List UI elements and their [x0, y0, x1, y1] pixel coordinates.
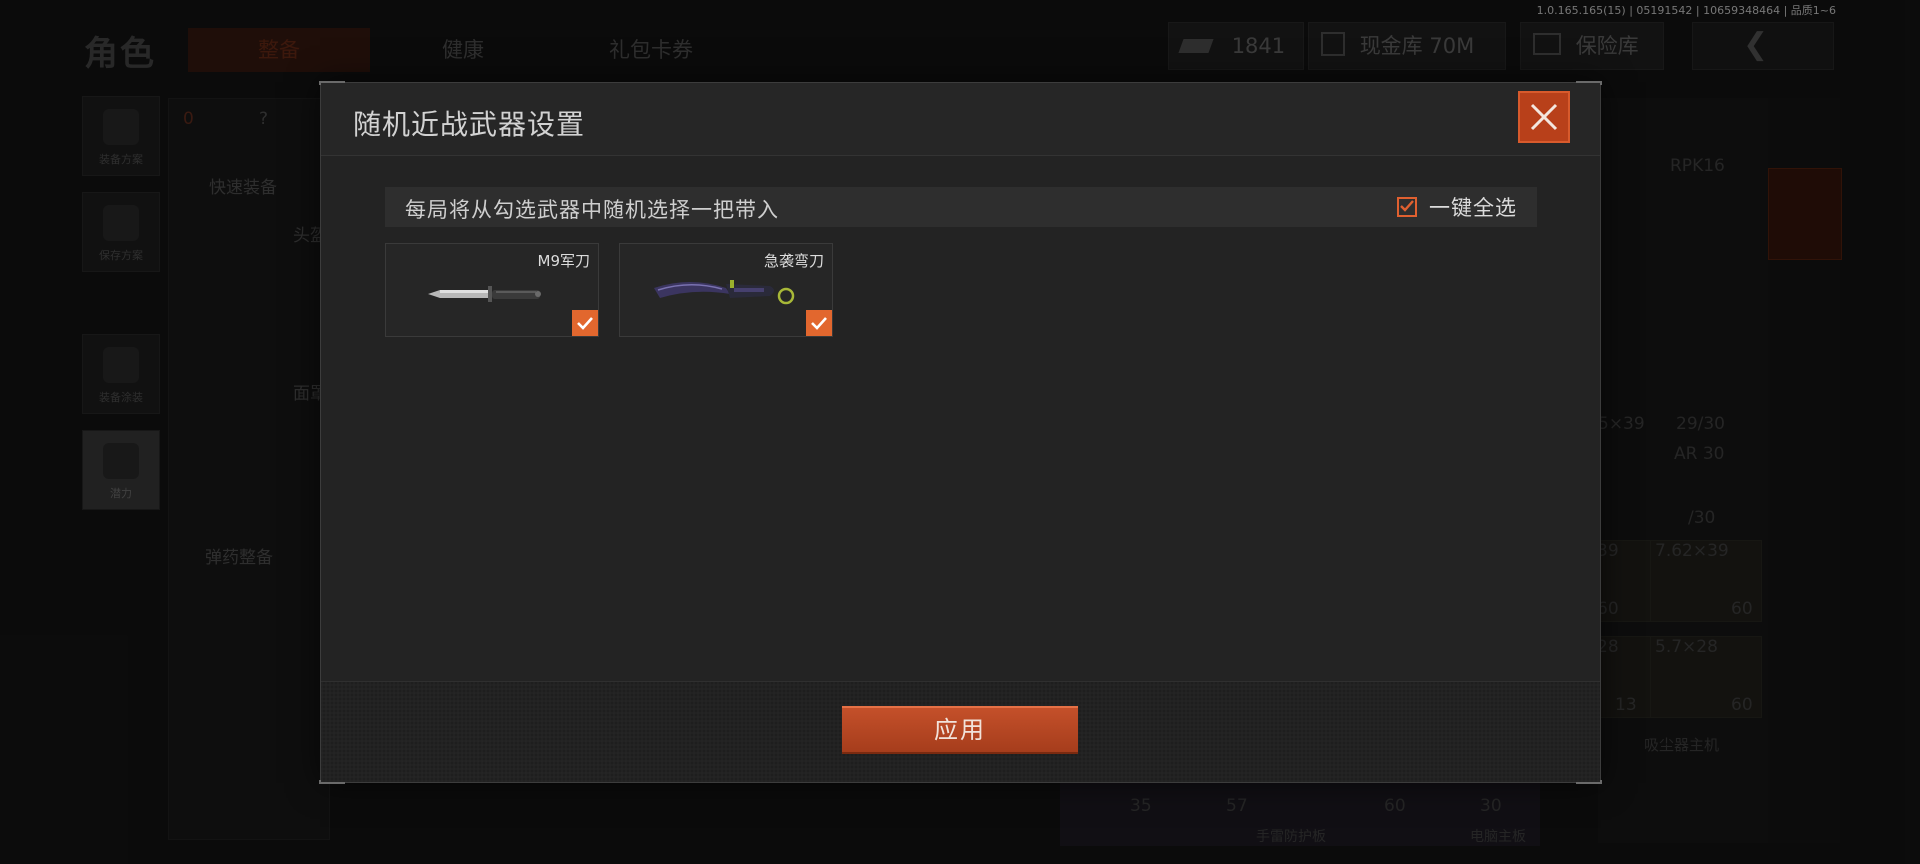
weapon-checkbox[interactable] — [572, 310, 598, 336]
combat-knife-icon — [428, 286, 541, 302]
weapon-card-m9[interactable]: M9军刀 — [385, 243, 599, 337]
close-button[interactable] — [1518, 91, 1570, 143]
info-bar: 每局将从勾选武器中随机选择一把带入 一键全选 — [385, 187, 1537, 227]
weapon-checkbox[interactable] — [806, 310, 832, 336]
close-icon — [1530, 103, 1558, 131]
dialog-footer: 应用 — [321, 681, 1600, 782]
random-melee-dialog: 随机近战武器设置 每局将从勾选武器中随机选择一把带入 一键全选 M9军刀 急袭弯… — [319, 81, 1602, 784]
info-text: 每局将从勾选武器中随机选择一把带入 — [405, 198, 779, 222]
checkmark-icon — [577, 317, 593, 330]
checkmark-icon — [811, 317, 827, 330]
karambit-icon — [654, 280, 795, 305]
weapon-name: 急袭弯刀 — [763, 252, 824, 270]
select-all-checkbox[interactable] — [1397, 197, 1417, 217]
select-all-toggle[interactable]: 一键全选 — [1397, 194, 1517, 220]
dialog-title: 随机近战武器设置 — [353, 108, 586, 141]
weapon-card-karambit[interactable]: 急袭弯刀 — [619, 243, 833, 337]
checkmark-icon — [1400, 200, 1414, 212]
select-all-label: 一键全选 — [1429, 196, 1517, 220]
apply-button[interactable]: 应用 — [842, 706, 1078, 754]
weapon-name: M9军刀 — [537, 252, 591, 270]
dialog-header: 随机近战武器设置 — [321, 83, 1600, 156]
apply-label: 应用 — [934, 716, 986, 744]
